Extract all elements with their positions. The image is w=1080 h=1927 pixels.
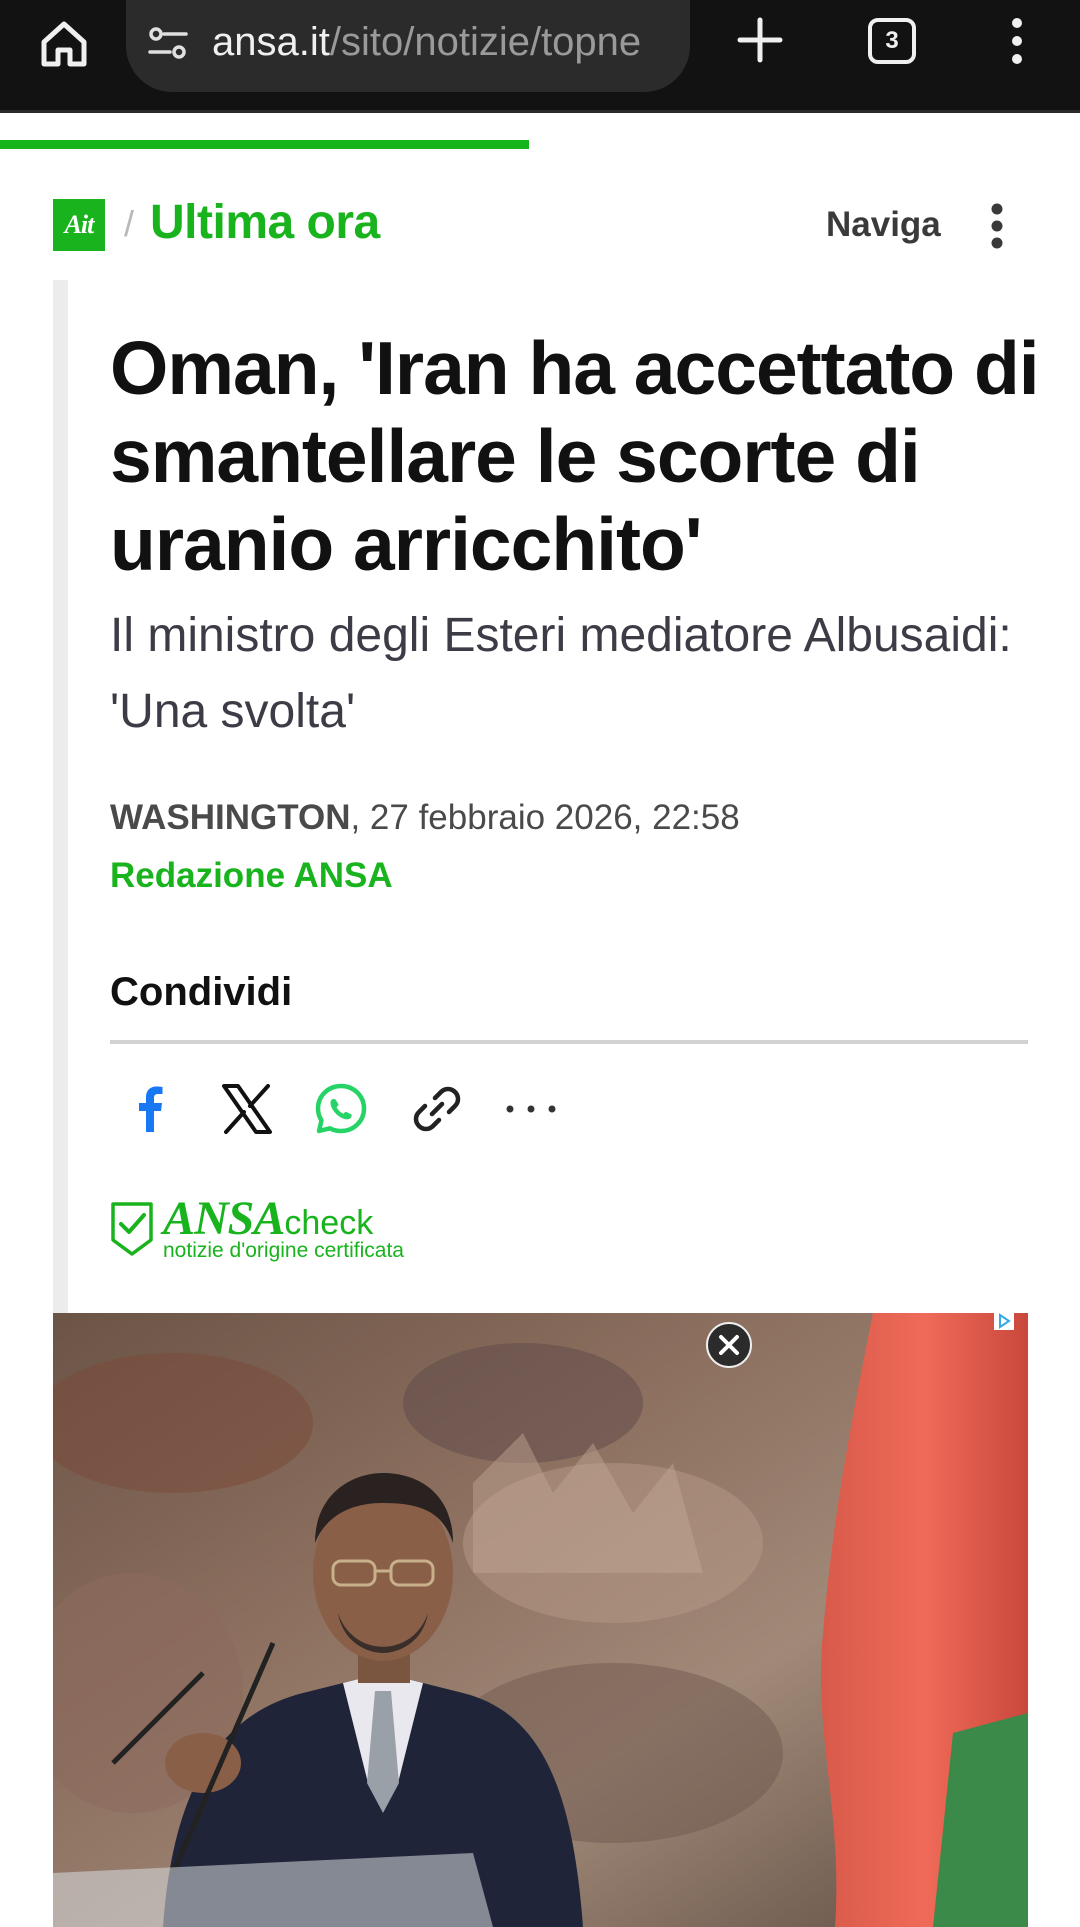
more-share-icon[interactable] — [502, 1080, 560, 1138]
browser-toolbar: ansa.it/sito/notizie/topne 3 — [0, 0, 1080, 113]
article-side-rule — [53, 280, 68, 1315]
url-domain: ansa.it — [212, 20, 330, 64]
ansa-logo[interactable]: Ait — [53, 199, 105, 251]
new-tab-icon[interactable] — [736, 16, 784, 64]
close-icon — [719, 1335, 739, 1355]
url-path: /sito/notizie/topne — [329, 20, 642, 64]
photo-illustration — [53, 1313, 1028, 1927]
ansa-check-tagline: notizie d'origine certificata — [163, 1239, 404, 1262]
section-title[interactable]: Ultima ora — [150, 194, 380, 252]
naviga-button[interactable]: Naviga — [826, 204, 941, 246]
dateline-city: WASHINGTON — [110, 798, 351, 837]
whatsapp-icon[interactable] — [312, 1080, 370, 1138]
adchoices-icon[interactable] — [994, 1312, 1014, 1330]
tab-switcher-button[interactable]: 3 — [868, 18, 916, 64]
article-author[interactable]: Redazione ANSA — [110, 852, 393, 900]
adchoices-triangle-icon — [999, 1313, 1011, 1329]
address-bar[interactable]: ansa.it/sito/notizie/topne — [126, 0, 690, 92]
dateline-date: , 27 febbraio 2026, 22:58 — [350, 798, 740, 837]
more-options-icon[interactable] — [982, 202, 1012, 250]
site-settings-icon[interactable] — [146, 22, 190, 66]
url-text[interactable]: ansa.it/sito/notizie/topne — [212, 18, 674, 66]
reading-progress-bar — [0, 140, 1080, 149]
article-headline: Oman, 'Iran ha accettato di smantellare … — [110, 326, 1040, 586]
facebook-icon[interactable] — [122, 1080, 180, 1138]
share-divider — [110, 1040, 1028, 1044]
breadcrumb-separator: / — [124, 203, 135, 244]
x-icon[interactable] — [218, 1080, 276, 1138]
copy-link-icon[interactable] — [408, 1080, 466, 1138]
browser-menu-icon[interactable] — [1002, 16, 1032, 66]
reading-progress-fill — [0, 140, 530, 149]
ansa-check-suffix: check — [284, 1204, 374, 1242]
close-ad-button[interactable] — [706, 1322, 752, 1368]
home-icon[interactable] — [36, 16, 92, 72]
article-photo[interactable] — [53, 1313, 1028, 1927]
article-dateline: WASHINGTON, 27 febbraio 2026, 22:58 — [110, 794, 740, 842]
share-heading: Condividi — [110, 970, 293, 1014]
article-subtitle: Il ministro degli Esteri mediatore Albus… — [110, 609, 1012, 738]
certified-check-icon — [111, 1202, 153, 1256]
